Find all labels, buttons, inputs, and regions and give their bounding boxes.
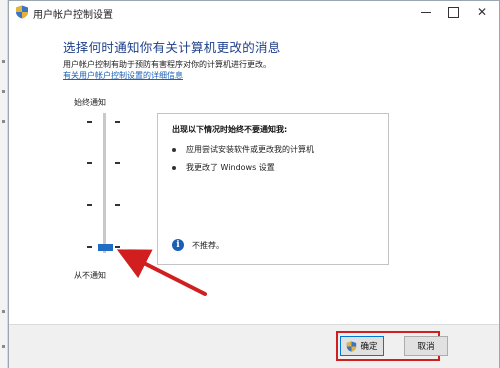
title-bar[interactable]: 用户帐户控制设置 ✕ [9,1,499,23]
maximize-button[interactable] [439,1,467,23]
edge-mark [2,60,5,63]
ok-button[interactable]: 确定 [340,336,384,356]
slider-tick [87,246,92,248]
slider-thumb[interactable] [98,244,113,251]
edge-mark [2,345,5,348]
info-icon: i [172,239,184,251]
uac-shield-icon [16,5,28,19]
slider-label-always-notify: 始终通知 [74,98,106,107]
bullet-text: 应用尝试安装软件或更改我的计算机 [186,145,314,154]
close-button[interactable]: ✕ [468,1,496,23]
edge-mark [2,90,5,93]
minimize-button[interactable] [412,1,440,23]
slider-tick [115,121,120,123]
more-info-link[interactable]: 有关用户帐户控制设置的详细信息 [63,70,183,81]
description-text: 用户帐户控制有助于预防有害程序对你的计算机进行更改。 [63,60,271,69]
slider-label-never-notify: 从不通知 [74,271,106,280]
ok-button-label: 确定 [360,342,378,352]
dialog-footer: 确定 取消 [9,324,499,368]
slider-tick [115,162,120,164]
list-item: 我更改了 Windows 设置 [172,162,372,173]
cancel-button-label: 取消 [417,342,435,352]
slider-tick [115,246,120,248]
bullet-text: 我更改了 Windows 设置 [186,163,275,172]
list-item: 应用尝试安装软件或更改我的计算机 [172,144,372,155]
slider-tick [87,204,92,206]
page-heading: 选择何时通知你有关计算机更改的消息 [63,40,281,55]
edge-mark [2,310,5,313]
bullet-icon [172,165,176,170]
bullet-icon [172,147,176,152]
background-window-edge [0,0,8,368]
notification-info-panel: 出现以下情况时始终不要通知我: 应用尝试安装软件或更改我的计算机 我更改了 Wi… [157,113,389,265]
uac-settings-window: 用户帐户控制设置 ✕ 选择何时通知你有关计算机更改的消息 用户帐户控制有助于预防… [8,0,500,368]
edge-mark [2,120,5,123]
slider-tick [87,121,92,123]
recommendation-text: 不推荐。 [192,241,224,250]
slider-tick [115,204,120,206]
cancel-button[interactable]: 取消 [404,336,448,356]
slider-track[interactable] [103,113,106,253]
slider-tick [87,162,92,164]
uac-shield-icon [347,340,357,352]
window-title: 用户帐户控制设置 [33,10,113,21]
panel-title: 出现以下情况时始终不要通知我: [172,125,288,134]
close-icon: ✕ [476,5,488,19]
